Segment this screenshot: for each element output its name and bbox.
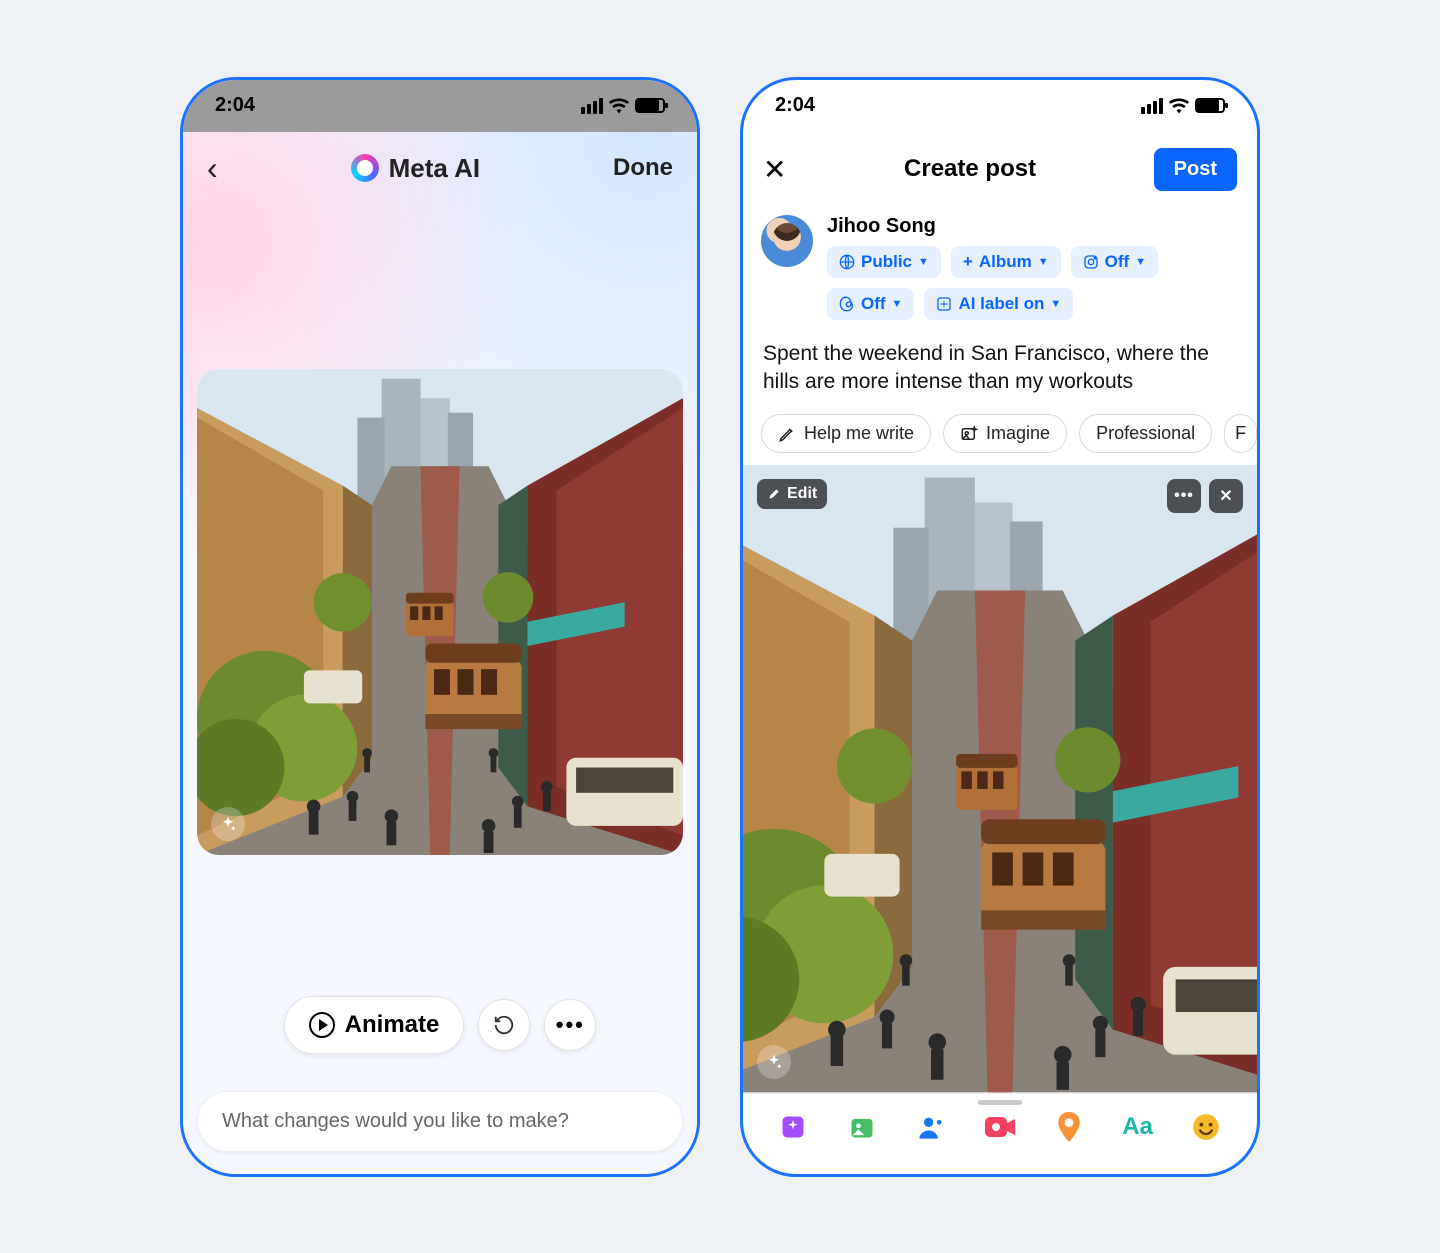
chip-label: Off xyxy=(861,294,886,314)
caption-text[interactable]: Spent the weekend in San Francisco, wher… xyxy=(743,330,1257,407)
chip-label: Public xyxy=(861,252,912,272)
chevron-down-icon: ▼ xyxy=(892,298,903,310)
meta-ai-header: ‹ Meta AI Done xyxy=(183,132,697,199)
user-name: Jihoo Song xyxy=(827,215,1239,238)
threads-icon xyxy=(839,296,855,312)
play-icon xyxy=(309,1012,335,1038)
album-chip[interactable]: + Album ▼ xyxy=(951,246,1061,278)
wand-icon xyxy=(767,487,781,501)
chevron-down-icon: ▼ xyxy=(1050,298,1061,310)
more-button[interactable]: ••• xyxy=(544,999,596,1051)
remove-image-button[interactable]: ✕ xyxy=(1209,479,1243,513)
phone-meta-ai: 2:04 ‹ Meta AI Done Animate ••• xyxy=(180,77,700,1177)
suggestion-label: Imagine xyxy=(986,423,1050,444)
text-icon: Aa xyxy=(1122,1113,1153,1141)
sparkle-image-icon xyxy=(779,1113,807,1141)
done-button[interactable]: Done xyxy=(613,154,673,182)
status-bar: 2:04 xyxy=(183,80,697,132)
ai-sparkle-badge-icon xyxy=(211,807,245,841)
close-button[interactable]: ✕ xyxy=(763,153,786,186)
tag-people-button[interactable] xyxy=(916,1112,946,1142)
user-row: Jihoo Song Public ▼ + Album ▼ Off ▼ xyxy=(743,207,1257,330)
prompt-input[interactable]: What changes would you like to make? xyxy=(197,1091,683,1152)
gallery-icon xyxy=(848,1113,876,1141)
chevron-down-icon: ▼ xyxy=(1135,256,1146,268)
image-more-button[interactable]: ••• xyxy=(1167,479,1201,513)
instagram-chip[interactable]: Off ▼ xyxy=(1071,246,1158,278)
imagine-button[interactable]: Imagine xyxy=(943,414,1067,453)
audience-chip[interactable]: Public ▼ xyxy=(827,246,941,278)
animate-button[interactable]: Animate xyxy=(284,996,465,1054)
prompt-placeholder: What changes would you like to make? xyxy=(222,1110,569,1132)
globe-icon xyxy=(839,254,855,270)
more-dots-icon: ••• xyxy=(556,1012,585,1038)
composer-toolbar: Aa xyxy=(743,1093,1257,1174)
wifi-icon xyxy=(609,98,629,114)
instagram-icon xyxy=(1083,254,1099,270)
status-right xyxy=(581,98,665,114)
suggestion-label: Professional xyxy=(1096,423,1195,444)
emoji-icon xyxy=(1192,1113,1220,1141)
chevron-down-icon: ▼ xyxy=(918,256,929,268)
phone-create-post: 2:04 ✕ Create post Post Jihoo Song Publi… xyxy=(740,77,1260,1177)
page-title-text: Meta AI xyxy=(389,153,481,184)
cellular-icon xyxy=(581,98,603,114)
status-time: 2:04 xyxy=(775,94,815,117)
status-right xyxy=(1141,98,1225,114)
ai-sparkle-badge-icon xyxy=(757,1045,791,1079)
video-icon xyxy=(985,1115,1015,1139)
ai-image-button[interactable] xyxy=(778,1112,808,1142)
text-format-button[interactable]: Aa xyxy=(1123,1112,1153,1142)
plus-icon: + xyxy=(963,252,973,272)
edit-image-button[interactable]: Edit xyxy=(757,479,827,509)
battery-icon xyxy=(635,98,665,113)
create-post-header: ✕ Create post Post xyxy=(743,132,1257,207)
page-title: Create post xyxy=(904,155,1036,183)
animate-label: Animate xyxy=(345,1011,440,1039)
chevron-down-icon: ▼ xyxy=(1038,256,1049,268)
photo-button[interactable] xyxy=(847,1112,877,1142)
professional-button[interactable]: Professional xyxy=(1079,414,1212,453)
refresh-icon xyxy=(493,1014,515,1036)
location-button[interactable] xyxy=(1054,1112,1084,1142)
suggestion-more[interactable]: F xyxy=(1224,414,1257,453)
regenerate-button[interactable] xyxy=(478,999,530,1051)
status-bar: 2:04 xyxy=(743,80,1257,132)
ai-label-chip[interactable]: AI label on ▼ xyxy=(924,288,1073,320)
battery-icon xyxy=(1195,98,1225,113)
generated-image[interactable] xyxy=(197,369,683,855)
feeling-button[interactable] xyxy=(1191,1112,1221,1142)
pen-icon xyxy=(778,425,796,443)
back-button[interactable]: ‹ xyxy=(207,150,218,187)
wifi-icon xyxy=(1169,98,1189,114)
help-me-write-button[interactable]: Help me write xyxy=(761,414,931,453)
attached-image[interactable]: Edit ••• ✕ xyxy=(743,465,1257,1092)
more-dots-icon: ••• xyxy=(1174,487,1194,505)
close-icon: ✕ xyxy=(1219,486,1232,506)
post-button[interactable]: Post xyxy=(1154,148,1237,191)
page-title: Meta AI xyxy=(351,153,481,184)
drag-handle[interactable] xyxy=(978,1100,1022,1105)
status-time: 2:04 xyxy=(215,94,255,117)
chip-label: Off xyxy=(1105,252,1130,272)
video-button[interactable] xyxy=(985,1112,1015,1142)
action-pill-row: Animate ••• xyxy=(183,996,697,1054)
edit-label: Edit xyxy=(787,485,817,503)
meta-ai-ring-icon xyxy=(351,154,379,182)
sparkle-square-icon xyxy=(936,296,952,312)
avatar[interactable] xyxy=(761,215,813,267)
person-icon xyxy=(917,1113,945,1141)
post-option-chips: Public ▼ + Album ▼ Off ▼ Off ▼ xyxy=(827,246,1239,320)
ai-suggestion-row: Help me write Imagine Professional F xyxy=(743,406,1257,465)
cellular-icon xyxy=(1141,98,1163,114)
pin-icon xyxy=(1056,1112,1082,1142)
image-sparkle-icon xyxy=(960,425,978,443)
chip-label: Album xyxy=(979,252,1032,272)
chip-label: AI label on xyxy=(958,294,1044,314)
suggestion-label: Help me write xyxy=(804,423,914,444)
threads-chip[interactable]: Off ▼ xyxy=(827,288,914,320)
